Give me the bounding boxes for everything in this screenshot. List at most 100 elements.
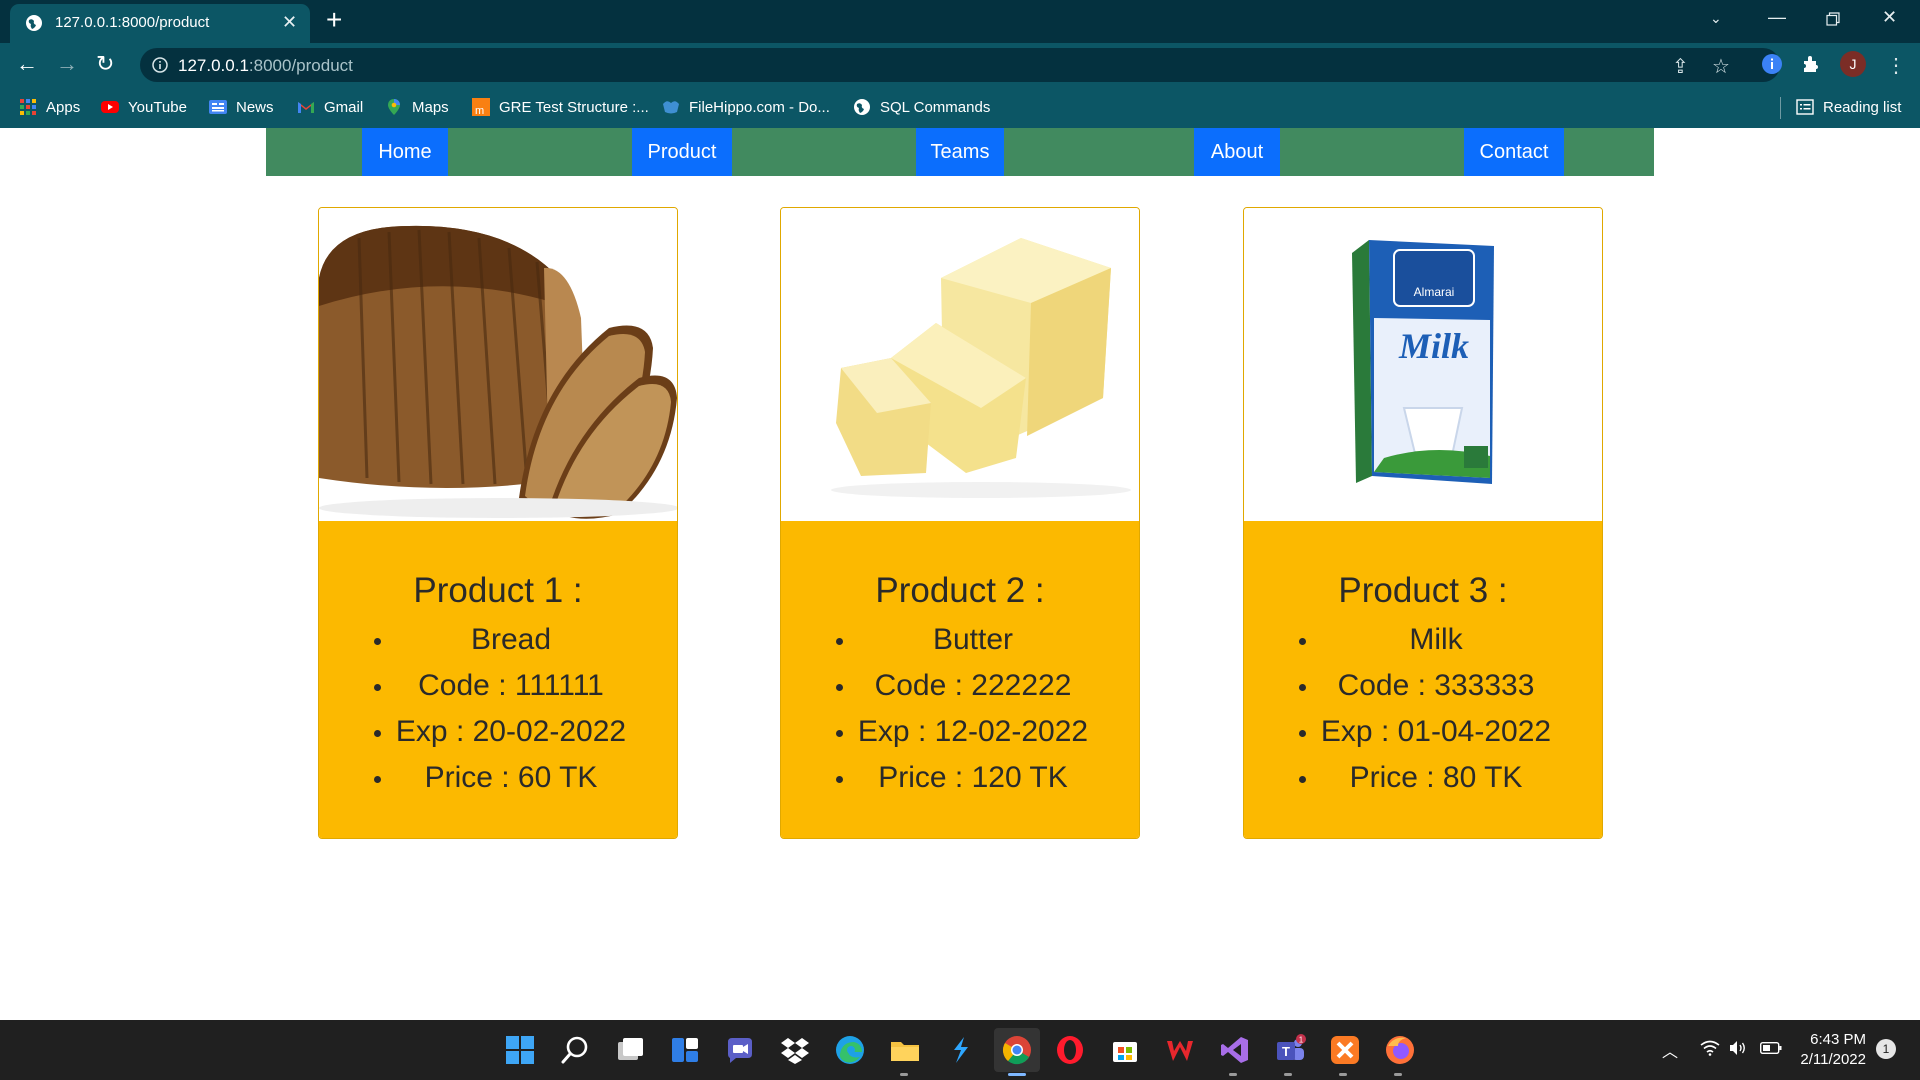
- xampp-icon[interactable]: [1329, 1034, 1361, 1066]
- bookmark-gre[interactable]: m GRE Test Structure :...: [472, 97, 649, 117]
- dropbox-icon[interactable]: [779, 1034, 811, 1066]
- product-card: Product 1 : Bread Code : 111111 Exp : 20…: [318, 207, 678, 839]
- globe-icon: [854, 99, 870, 115]
- extension-info-icon[interactable]: [1761, 53, 1783, 75]
- tab-search-chevron-icon[interactable]: ⌄: [1710, 10, 1722, 27]
- globe-icon: [26, 15, 42, 31]
- site-info-icon[interactable]: [152, 57, 168, 73]
- notification-badge[interactable]: 1: [1876, 1039, 1896, 1059]
- bookmark-apps[interactable]: Apps: [19, 97, 80, 117]
- running-indicator: [1339, 1073, 1347, 1076]
- forward-arrow-icon[interactable]: →: [56, 51, 78, 77]
- bookmark-gmail[interactable]: Gmail: [297, 97, 363, 117]
- active-indicator: [1008, 1073, 1026, 1076]
- browser-tab-strip: 127.0.0.1:8000/product ✕ + ⌄ — ✕: [0, 0, 1920, 43]
- close-window-icon[interactable]: ✕: [1882, 7, 1897, 28]
- edge-icon[interactable]: [834, 1034, 866, 1066]
- youtube-icon: [101, 101, 119, 113]
- product-title: Product 1 :: [413, 571, 583, 610]
- reading-list-icon: [1796, 99, 1814, 115]
- wps-office-icon[interactable]: [1164, 1034, 1196, 1066]
- restore-icon[interactable]: [1826, 12, 1840, 26]
- product-card-body: Product 3 : Milk Code : 333333 Exp : 01-…: [1244, 521, 1602, 838]
- running-indicator: [900, 1073, 908, 1076]
- bookmark-label: Gmail: [324, 98, 364, 116]
- windows-taskbar: T 1 ︿ 6:43 PM 2/11/2022 1: [0, 1020, 1920, 1080]
- wifi-icon[interactable]: [1700, 1040, 1720, 1056]
- bookmark-label: YouTube: [128, 98, 187, 116]
- task-view-icon[interactable]: [614, 1034, 646, 1066]
- bookmark-star-icon[interactable]: ☆: [1712, 54, 1730, 79]
- chrome-icon: [1002, 1036, 1031, 1065]
- system-clock[interactable]: 6:43 PM 2/11/2022: [1800, 1030, 1866, 1070]
- google-news-icon: [209, 100, 227, 114]
- back-arrow-icon[interactable]: ←: [16, 51, 38, 77]
- nav-home[interactable]: Home: [362, 128, 448, 176]
- teams-icon[interactable]: T 1: [1274, 1034, 1306, 1066]
- product-card: Almarai Milk Product 3 : Milk Code : 333…: [1243, 207, 1603, 839]
- chrome-taskbar-button[interactable]: [994, 1028, 1040, 1072]
- teams-chat-icon[interactable]: [724, 1034, 756, 1066]
- volume-icon[interactable]: [1728, 1040, 1748, 1056]
- milk-brand-text: Almarai: [1414, 285, 1455, 299]
- bookmark-label: Maps: [412, 98, 449, 116]
- firefox-icon[interactable]: [1384, 1034, 1416, 1066]
- product-details-list: Milk Code : 333333 Exp : 01-04-2022 Pric…: [1244, 617, 1602, 801]
- product-code: Code : 333333: [1244, 663, 1602, 709]
- vscode-blue-icon[interactable]: [944, 1034, 976, 1066]
- product-name: Bread: [319, 617, 677, 663]
- new-tab-button[interactable]: +: [326, 5, 342, 35]
- nav-contact[interactable]: Contact: [1464, 128, 1564, 176]
- product-details-list: Bread Code : 111111 Exp : 20-02-2022 Pri…: [319, 617, 677, 801]
- tab-close-icon[interactable]: ✕: [282, 12, 297, 33]
- url-path: :8000/product: [248, 56, 353, 75]
- site-navbar: Home Product Teams About Contact: [266, 128, 1654, 176]
- microsoft-store-icon[interactable]: [1109, 1034, 1141, 1066]
- share-icon[interactable]: ⇪: [1672, 54, 1689, 79]
- nav-teams[interactable]: Teams: [916, 128, 1004, 176]
- opera-icon[interactable]: [1054, 1034, 1086, 1066]
- reload-icon[interactable]: ↻: [96, 51, 114, 77]
- battery-icon[interactable]: [1760, 1042, 1782, 1054]
- bookmark-youtube[interactable]: YouTube: [101, 97, 187, 117]
- bookmark-filehippo[interactable]: FileHippo.com - Do...: [662, 97, 830, 117]
- windows-start-icon[interactable]: [504, 1034, 536, 1066]
- widgets-icon[interactable]: [669, 1034, 701, 1066]
- tray-chevron-icon[interactable]: ︿: [1662, 1038, 1678, 1062]
- svg-text:T: T: [1282, 1044, 1290, 1059]
- bookmark-news[interactable]: News: [209, 97, 274, 117]
- bread-image: [319, 208, 677, 521]
- bookmark-sql-commands[interactable]: SQL Commands: [853, 97, 990, 117]
- clock-time: 6:43 PM: [1810, 1031, 1866, 1048]
- reading-list-button[interactable]: Reading list: [1796, 97, 1901, 117]
- url-text[interactable]: 127.0.0.1:8000/product: [178, 56, 353, 76]
- address-bar[interactable]: 127.0.0.1:8000/product ⇪ ☆: [140, 48, 1780, 82]
- product-title: Product 3 :: [1338, 571, 1508, 610]
- extensions-puzzle-icon[interactable]: [1801, 53, 1823, 75]
- running-indicator: [1284, 1073, 1292, 1076]
- apps-grid-icon: [20, 99, 36, 115]
- product-name: Butter: [781, 617, 1139, 663]
- running-indicator: [1394, 1073, 1402, 1076]
- file-explorer-icon[interactable]: [889, 1034, 921, 1066]
- bookmark-separator: [1780, 97, 1781, 119]
- reading-list-label: Reading list: [1823, 98, 1902, 116]
- profile-avatar[interactable]: J: [1840, 51, 1866, 77]
- product-expiry: Exp : 01-04-2022: [1244, 709, 1602, 755]
- menu-kebab-icon[interactable]: ⋮: [1886, 53, 1906, 78]
- browser-tab-active[interactable]: 127.0.0.1:8000/product ✕: [10, 4, 310, 43]
- minimize-icon[interactable]: —: [1768, 7, 1786, 28]
- product-name: Milk: [1244, 617, 1602, 663]
- nav-product[interactable]: Product: [632, 128, 732, 176]
- search-icon[interactable]: [559, 1034, 591, 1066]
- product-price: Price : 120 TK: [781, 755, 1139, 801]
- bookmark-label: Apps: [46, 98, 81, 116]
- url-host: 127.0.0.1: [178, 56, 249, 75]
- product-code: Code : 111111: [319, 663, 677, 709]
- butter-image: [781, 208, 1139, 521]
- bookmark-maps[interactable]: Maps: [385, 97, 449, 117]
- visual-studio-icon[interactable]: [1219, 1034, 1251, 1066]
- product-details-list: Butter Code : 222222 Exp : 12-02-2022 Pr…: [781, 617, 1139, 801]
- nav-about[interactable]: About: [1194, 128, 1280, 176]
- browser-toolbar: ← → ↻ 127.0.0.1:8000/product ⇪ ☆ J ⋮: [0, 43, 1920, 87]
